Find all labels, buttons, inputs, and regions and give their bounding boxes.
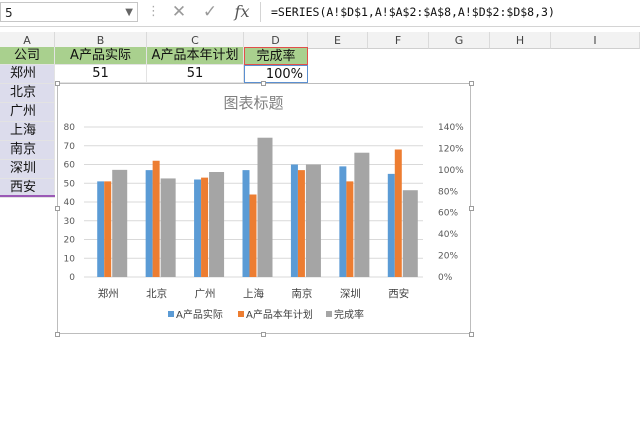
company-cell[interactable]: 深圳: [0, 160, 55, 179]
bar-rate: [402, 190, 418, 277]
y2-tick-label: 140%: [438, 123, 464, 133]
bar-plan: [152, 160, 160, 277]
bar-plan: [249, 194, 257, 277]
resize-handle[interactable]: [469, 332, 474, 337]
bar-actual: [242, 170, 250, 277]
resize-handle[interactable]: [261, 81, 266, 86]
bar-rate: [209, 172, 225, 277]
y-tick-label: 70: [64, 142, 76, 152]
bar-plan: [346, 181, 354, 277]
company-cell[interactable]: 广州: [0, 103, 55, 122]
x-tick-label: 南京: [291, 287, 312, 300]
resize-handle[interactable]: [469, 81, 474, 86]
y-tick-label: 80: [64, 123, 76, 133]
legend-swatch: [238, 311, 244, 317]
chart-svg: 图表标题 0 10 20 30 40 50 60 70 80 0% 20% 40% 60% 80% 100% 1…: [64, 94, 465, 321]
bar-actual: [194, 179, 202, 277]
chart-title: 图表标题: [223, 94, 283, 112]
bar-rate: [305, 164, 321, 277]
bar-actual: [145, 170, 153, 277]
range-border-marker: [0, 195, 55, 197]
bar-plan: [104, 181, 112, 277]
bar-actual: [290, 164, 298, 277]
resize-handle[interactable]: [55, 332, 60, 337]
cell-actual-first[interactable]: 51: [55, 65, 147, 83]
formula-input[interactable]: =SERIES(A!$D$1,A!$A$2:$A$8,A!$D$2:$D$8,3…: [260, 2, 640, 22]
legend-label: A产品实际: [176, 308, 223, 321]
legend-label: A产品本年计划: [246, 308, 313, 321]
y-tick-label: 40: [64, 198, 76, 208]
column-header-h[interactable]: H: [490, 32, 551, 49]
resize-handle[interactable]: [469, 206, 474, 211]
column-header-g[interactable]: G: [429, 32, 490, 49]
y2-tick-label: 120%: [438, 144, 464, 154]
column-header-i[interactable]: I: [551, 32, 640, 49]
y2-tick-label: 60%: [438, 209, 458, 219]
column-header-e[interactable]: E: [308, 32, 368, 49]
bar-actual: [387, 173, 395, 277]
legend-swatch: [168, 311, 174, 317]
y-tick-label: 10: [64, 254, 76, 264]
chevron-down-icon[interactable]: ▼: [125, 3, 133, 23]
header-cell-plan[interactable]: A产品本年计划: [147, 47, 244, 65]
company-cell[interactable]: 北京: [0, 84, 55, 103]
y2-tick-label: 100%: [438, 166, 464, 176]
cell-plan-first[interactable]: 51: [147, 65, 244, 83]
column-header-f[interactable]: F: [368, 32, 429, 49]
header-cell-actual[interactable]: A产品实际: [55, 47, 147, 65]
y-tick-label: 50: [64, 179, 76, 189]
name-box[interactable]: 5 ▼: [0, 2, 138, 22]
y-tick-label: 30: [64, 217, 76, 227]
formula-bar: 5 ▼ ⋮ ✕ ✓ fx =SERIES(A!$D$1,A!$A$2:$A$8,…: [0, 0, 640, 27]
bar-rate: [160, 178, 176, 277]
x-tick-label: 郑州: [98, 287, 119, 300]
x-tick-label: 北京: [146, 287, 167, 300]
x-tick-label: 广州: [195, 288, 216, 300]
bar-rate: [112, 169, 128, 277]
bar-rate: [354, 152, 370, 277]
resize-handle[interactable]: [55, 206, 60, 211]
bar-rate: [257, 137, 273, 277]
header-cell-company[interactable]: 公司: [0, 47, 55, 65]
header-cell-rate[interactable]: 完成率: [244, 47, 308, 65]
y-tick-label: 60: [64, 161, 76, 171]
y-tick-label: 0: [69, 273, 75, 283]
x-tick-label: 深圳: [340, 288, 361, 300]
x-tick-label: 上海: [243, 287, 264, 300]
legend-label: 完成率: [334, 308, 364, 321]
cell-rate-first[interactable]: 100%: [244, 65, 308, 83]
company-cell[interactable]: 南京: [0, 141, 55, 160]
bar-plan: [297, 170, 305, 277]
formula-bar-separator-icon: ⋮: [147, 4, 160, 19]
bar-actual: [97, 181, 105, 277]
cancel-icon[interactable]: ✕: [168, 1, 190, 23]
resize-handle[interactable]: [55, 81, 60, 86]
bar-plan: [394, 149, 402, 277]
bar-actual: [339, 166, 347, 277]
y-tick-label: 20: [64, 236, 76, 246]
confirm-icon[interactable]: ✓: [199, 1, 221, 23]
resize-handle[interactable]: [261, 332, 266, 337]
y2-tick-label: 40%: [438, 230, 458, 240]
chart-area[interactable]: 图表标题 0 10 20 30 40 50 60 70 80 0% 20% 40% 60% 80% 100% 1…: [57, 83, 471, 334]
company-cell[interactable]: 郑州: [0, 65, 55, 84]
legend-swatch: [326, 311, 332, 317]
company-cell[interactable]: 上海: [0, 122, 55, 141]
x-tick-label: 西安: [388, 287, 409, 300]
bar-plan: [201, 177, 209, 277]
name-box-value: 5: [5, 6, 13, 20]
y2-tick-label: 0%: [438, 273, 453, 283]
y2-tick-label: 80%: [438, 187, 458, 197]
insert-function-icon[interactable]: fx: [230, 1, 254, 23]
y2-tick-label: 20%: [438, 252, 458, 262]
